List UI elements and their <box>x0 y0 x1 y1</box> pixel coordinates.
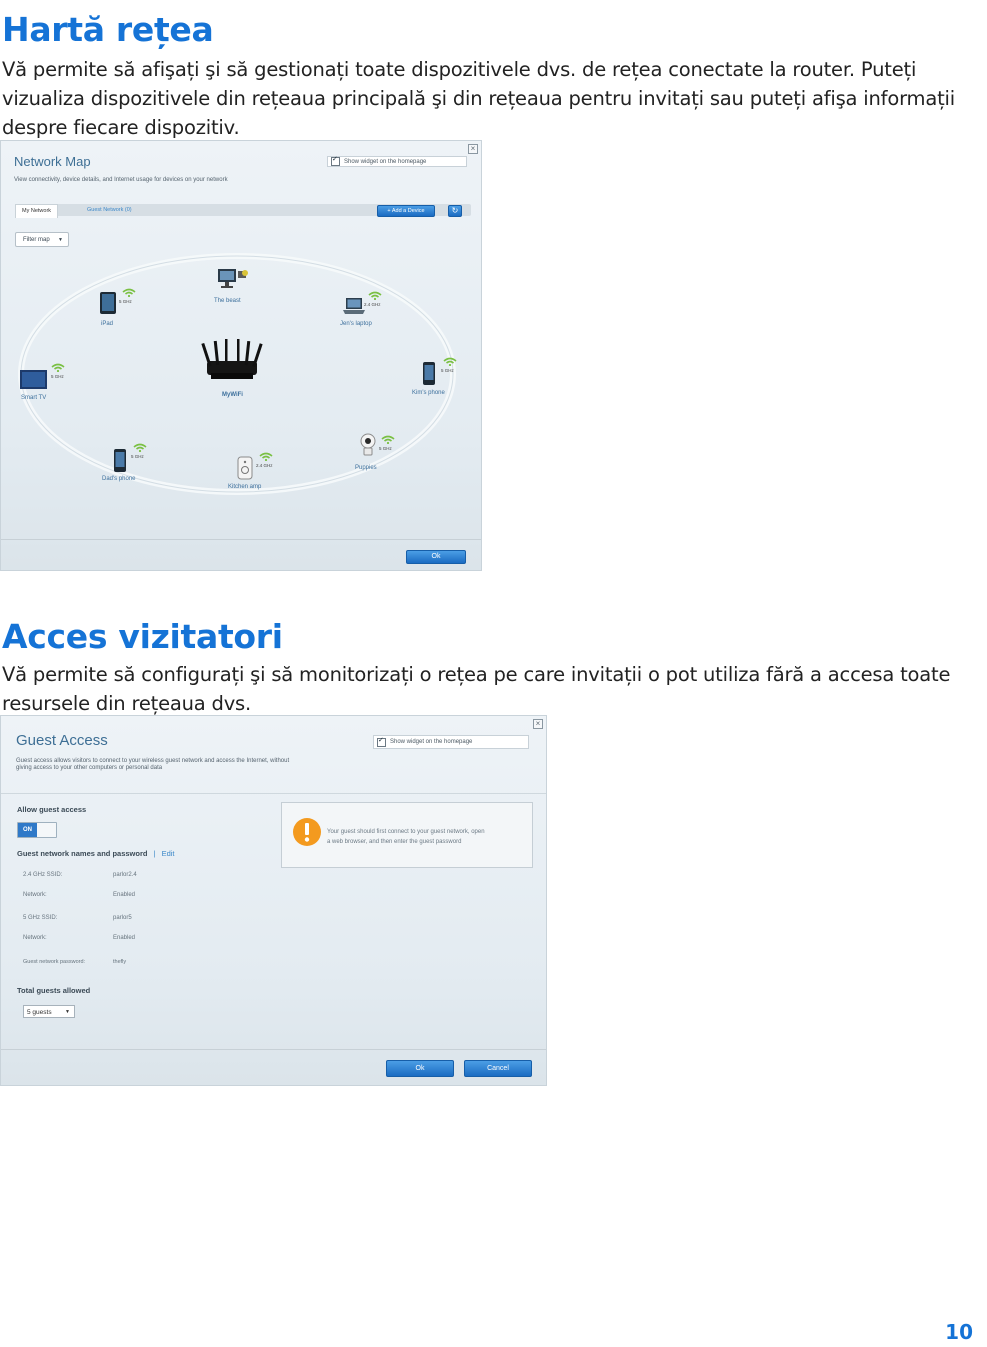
allow-guest-access-label: Allow guest access <box>17 805 87 814</box>
total-guests-label: Total guests allowed <box>17 986 91 995</box>
paragraph-line: vizualiza dispozitivele din rețeaua prin… <box>2 87 955 110</box>
subtitle-line: giving access to your other computers or… <box>16 765 163 771</box>
wifi-signal-icon <box>122 288 136 297</box>
laptop-icon[interactable] <box>342 296 366 316</box>
alert-line: Your guest should first connect to your … <box>327 829 485 835</box>
device-label[interactable]: Kitchen amp <box>228 484 261 490</box>
section-heading-guest-access: Acces vizitatori <box>2 617 283 656</box>
section-paragraph-network-map: Vă permite să afişați şi să gestionați t… <box>2 55 972 142</box>
wifi-signal-icon <box>381 435 395 444</box>
guest-access-title: Guest Access <box>16 732 108 749</box>
total-guests-select[interactable]: 5 guests ▼ <box>23 1005 75 1018</box>
wifi-signal-icon <box>51 363 65 372</box>
band-label: 5 GHz <box>119 299 132 304</box>
guest-access-screenshot: × Guest Access Guest access allows visit… <box>0 715 547 1086</box>
warning-icon <box>293 818 321 846</box>
chevron-down-icon: ▼ <box>65 1009 70 1015</box>
page-number: 10 <box>945 1320 973 1344</box>
guest-info-alert: Your guest should first connect to your … <box>281 802 533 868</box>
wifi-signal-icon <box>259 452 273 461</box>
wifi-signal-icon <box>133 443 147 452</box>
band-label: 5 GHz <box>131 454 144 459</box>
guest-access-toggle[interactable]: ON <box>17 822 57 838</box>
router-label: MyWiFi <box>222 392 243 398</box>
section-heading-network-map: Hartă rețea <box>2 10 214 49</box>
toggle-on-indicator: ON <box>18 823 37 837</box>
band-label: 5 GHz <box>441 368 454 373</box>
band-label: 2.4 GHz <box>256 463 273 468</box>
router-icon[interactable] <box>201 339 263 385</box>
desktop-icon[interactable] <box>216 267 250 293</box>
edit-link[interactable]: Edit <box>162 849 175 858</box>
row-value: Enabled <box>113 892 136 898</box>
ok-button[interactable]: Ok <box>386 1060 454 1077</box>
cancel-button[interactable]: Cancel <box>464 1060 532 1077</box>
row-value: thefly <box>113 959 127 965</box>
row-key: 2.4 GHz SSID: <box>23 872 63 878</box>
phone-icon[interactable] <box>422 361 436 386</box>
show-widget-label: Show widget on the homepage <box>390 739 473 745</box>
row-key: Guest network password: <box>23 959 86 965</box>
row-value: parlor5 <box>113 915 132 921</box>
names-label-text: Guest network names and password <box>17 849 148 858</box>
checkbox-checked-icon[interactable] <box>377 736 386 747</box>
row-key: Network: <box>23 935 47 941</box>
total-guests-value: 5 guests <box>27 1009 52 1016</box>
paragraph-line: despre fiecare dispozitiv. <box>2 116 240 139</box>
row-value: Enabled <box>113 935 136 941</box>
footer-divider <box>1 539 481 540</box>
paragraph-line: Vă permite să configurați şi să monitori… <box>2 663 951 686</box>
separator: | <box>153 849 156 858</box>
device-label[interactable]: Puppies <box>355 465 377 471</box>
device-label[interactable]: Kim's phone <box>412 390 445 396</box>
row-value: parlor2.4 <box>113 872 137 878</box>
tv-icon[interactable] <box>19 369 49 391</box>
phone-icon[interactable] <box>113 448 127 473</box>
device-label[interactable]: iPad <box>101 321 113 327</box>
network-map-screenshot: × Network Map View connectivity, device … <box>0 140 482 571</box>
row-key: 5 GHz SSID: <box>23 915 58 921</box>
close-icon[interactable]: × <box>533 719 543 729</box>
paragraph-line: resursele din rețeaua dvs. <box>2 692 252 715</box>
paragraph-line: Vă permite să afişați şi să gestionați t… <box>2 58 917 81</box>
show-widget-checkbox[interactable]: Show widget on the homepage <box>373 735 529 749</box>
alert-line: a web browser, and then enter the guest … <box>327 839 462 845</box>
device-label[interactable]: Smart TV <box>21 395 46 401</box>
wifi-signal-icon <box>368 291 382 300</box>
subtitle-line: Guest access allows visitors to connect … <box>16 758 290 764</box>
guest-access-subtitle: Guest access allows visitors to connect … <box>16 758 289 772</box>
camera-icon[interactable] <box>359 433 377 457</box>
header-divider <box>1 793 546 794</box>
row-key: Network: <box>23 892 47 898</box>
device-label[interactable]: Jen's laptop <box>340 321 372 327</box>
section-paragraph-guest-access: Vă permite să configurați şi să monitori… <box>2 660 972 718</box>
band-label: 2.4 GHz <box>364 302 381 307</box>
wifi-signal-icon <box>443 357 457 366</box>
device-label[interactable]: The beast <box>214 298 241 304</box>
guest-network-names-label: Guest network names and password | Edit <box>17 849 175 858</box>
band-label: 5 GHz <box>51 374 64 379</box>
footer-divider <box>1 1049 546 1050</box>
alert-message: Your guest should first connect to your … <box>327 827 485 847</box>
speaker-icon[interactable] <box>237 456 253 480</box>
ok-button[interactable]: Ok <box>406 550 466 564</box>
band-label: 5 GHz <box>379 446 392 451</box>
device-label[interactable]: Dad's phone <box>102 476 136 482</box>
tablet-icon[interactable] <box>99 291 117 315</box>
